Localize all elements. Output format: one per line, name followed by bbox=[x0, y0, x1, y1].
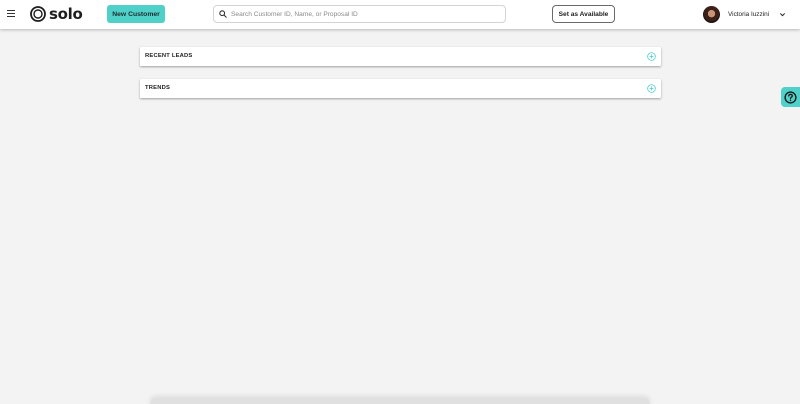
user-name: Victoria Iuzzini bbox=[728, 10, 770, 18]
user-menu[interactable]: Victoria Iuzzini bbox=[703, 5, 786, 23]
logo-text: solo bbox=[49, 5, 83, 23]
logo[interactable]: solo bbox=[30, 5, 83, 23]
recent-leads-panel[interactable]: RECENT LEADS bbox=[140, 47, 661, 66]
trends-panel[interactable]: TRENDS bbox=[140, 79, 661, 98]
search-icon bbox=[219, 10, 227, 18]
plus-circle-icon[interactable] bbox=[647, 84, 656, 93]
chevron-down-icon[interactable] bbox=[779, 11, 786, 18]
panel-title: TRENDS bbox=[145, 85, 171, 91]
new-customer-button[interactable]: New Customer bbox=[107, 5, 165, 23]
menu-icon[interactable] bbox=[7, 10, 15, 18]
top-navigation-bar: solo New Customer Set as Available Victo… bbox=[0, 0, 800, 29]
search-input[interactable] bbox=[231, 7, 501, 21]
help-button[interactable] bbox=[781, 87, 800, 107]
set-available-button[interactable]: Set as Available bbox=[552, 5, 615, 23]
plus-circle-icon[interactable] bbox=[647, 52, 656, 61]
panel-title: RECENT LEADS bbox=[145, 53, 193, 59]
avatar bbox=[703, 5, 720, 23]
logo-mark-icon bbox=[30, 6, 46, 22]
search-box[interactable] bbox=[213, 5, 506, 23]
footer-drawer bbox=[150, 398, 650, 404]
question-circle-icon bbox=[784, 90, 797, 104]
